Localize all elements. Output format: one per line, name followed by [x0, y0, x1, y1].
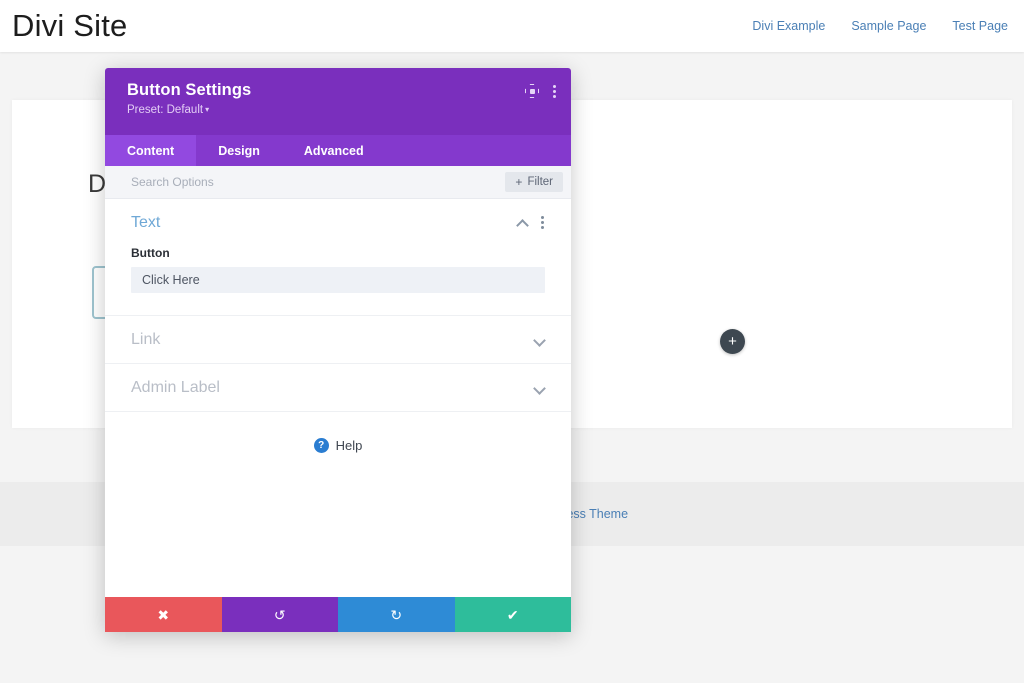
- section-link-title: Link: [131, 331, 160, 349]
- cancel-button[interactable]: ✖: [105, 597, 222, 632]
- tab-design[interactable]: Design: [196, 135, 282, 166]
- section-text: Text Button: [105, 199, 571, 316]
- primary-navigation: Divi Example Sample Page Test Page: [752, 19, 1008, 33]
- site-title: Divi Site: [12, 8, 128, 44]
- redo-icon: ↻: [390, 608, 402, 622]
- filter-button-label: Filter: [527, 176, 553, 188]
- save-button[interactable]: ✔: [455, 597, 572, 632]
- close-icon: ✖: [157, 608, 169, 622]
- chevron-down-icon[interactable]: [534, 334, 545, 345]
- modal-title: Button Settings: [127, 81, 555, 100]
- nav-link-test-page[interactable]: Test Page: [952, 19, 1008, 33]
- button-settings-modal: Button Settings Preset: Default▾ Content…: [105, 68, 571, 632]
- nav-link-sample-page[interactable]: Sample Page: [851, 19, 926, 33]
- chevron-down-icon: ▾: [205, 105, 209, 114]
- modal-preset-selector[interactable]: Preset: Default▾: [127, 103, 555, 117]
- fullscreen-icon[interactable]: [525, 84, 539, 98]
- search-row: + Filter: [105, 166, 571, 199]
- help-label: Help: [336, 438, 363, 453]
- section-link: Link: [105, 316, 571, 364]
- section-admin-label-header[interactable]: Admin Label: [131, 364, 545, 411]
- modal-footer: ✖ ↺ ↻ ✔: [105, 597, 571, 632]
- section-text-actions: [517, 216, 545, 229]
- modal-tab-bar: Content Design Advanced: [105, 135, 571, 166]
- help-icon: ?: [314, 438, 329, 453]
- tab-advanced[interactable]: Advanced: [282, 135, 386, 166]
- modal-titlebar: Button Settings Preset: Default▾: [105, 68, 571, 135]
- page-entry-title: D: [88, 170, 106, 199]
- add-module-button[interactable]: +: [720, 329, 745, 354]
- site-header: Divi Site Divi Example Sample Page Test …: [0, 0, 1024, 52]
- help-row[interactable]: ? Help: [105, 412, 571, 453]
- section-text-title: Text: [131, 214, 160, 232]
- modal-titlebar-actions: [525, 84, 557, 98]
- modal-preset-label: Preset: Default: [127, 104, 203, 116]
- button-text-input[interactable]: [131, 267, 545, 293]
- section-link-actions: [534, 334, 545, 345]
- button-field-label: Button: [131, 246, 545, 260]
- modal-body: Text Button Link Admin L: [105, 199, 571, 597]
- filter-button[interactable]: + Filter: [505, 172, 563, 192]
- kebab-menu-icon[interactable]: [553, 85, 557, 98]
- section-text-content: Button: [131, 246, 545, 315]
- search-options-input[interactable]: [131, 175, 505, 189]
- nav-link-divi-example[interactable]: Divi Example: [752, 19, 825, 33]
- redo-button[interactable]: ↻: [338, 597, 455, 632]
- section-kebab-menu-icon[interactable]: [541, 216, 545, 229]
- section-admin-label: Admin Label: [105, 364, 571, 412]
- chevron-up-icon[interactable]: [517, 217, 528, 228]
- chevron-down-icon[interactable]: [534, 382, 545, 393]
- check-icon: ✔: [507, 608, 519, 622]
- section-text-header[interactable]: Text: [131, 199, 545, 246]
- tab-content[interactable]: Content: [105, 135, 196, 166]
- section-admin-label-actions: [534, 382, 545, 393]
- undo-button[interactable]: ↺: [222, 597, 339, 632]
- undo-icon: ↺: [274, 608, 286, 622]
- section-link-header[interactable]: Link: [131, 316, 545, 363]
- section-admin-label-title: Admin Label: [131, 379, 220, 397]
- plus-icon: +: [515, 176, 522, 188]
